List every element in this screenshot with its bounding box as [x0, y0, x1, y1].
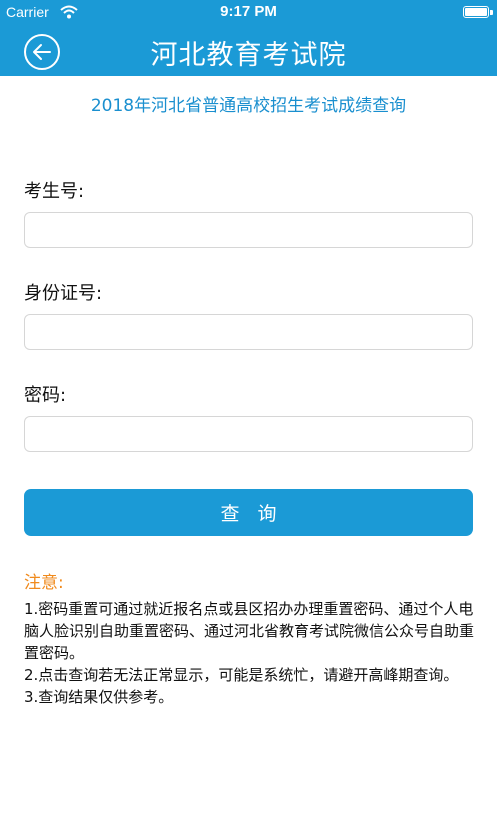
id-number-input[interactable] [24, 314, 473, 350]
notice-item: 2.点击查询若无法正常显示，可能是系统忙，请避开高峰期查询。 [24, 666, 459, 684]
query-subtitle: 2018年河北省普通高校招生考试成绩查询 [90, 96, 407, 116]
notice-item: 3.查询结果仅供参考。 [24, 688, 174, 706]
notice-item: 1.密码重置可通过就近报名点或县区招办办理重置密码、通过个人电脑人脸识别自助重置… [24, 600, 475, 662]
battery-tip [490, 10, 493, 15]
password-input[interactable] [24, 416, 473, 452]
status-bar: Carrier 9:17 PM [0, 0, 497, 24]
battery-icon [463, 6, 489, 18]
exam-number-input[interactable] [24, 212, 473, 248]
page-title: 河北教育考试院 [150, 40, 347, 71]
navigation-bar: 河北教育考试院 [0, 24, 497, 76]
notice-list: 1.密码重置可通过就近报名点或县区招办办理重置密码、通过个人电脑人脸识别自助重置… [24, 598, 474, 708]
exam-number-label: 考生号: [24, 181, 85, 202]
query-button[interactable]: 查询 [24, 489, 473, 536]
password-label: 密码: [24, 385, 67, 406]
notice-title: 注意: [24, 573, 64, 593]
status-time: 9:17 PM [220, 3, 277, 20]
id-number-label: 身份证号: [24, 283, 103, 304]
